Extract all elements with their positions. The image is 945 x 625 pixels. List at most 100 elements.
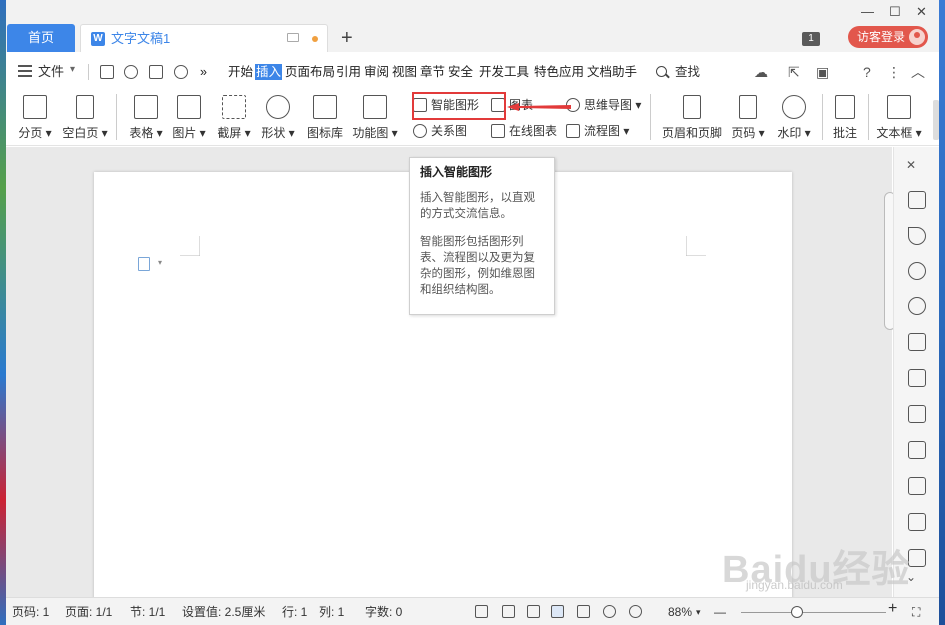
wps-writer-icon: W: [91, 32, 105, 46]
cursor-icon[interactable]: [908, 227, 926, 245]
zoom-in-button[interactable]: +: [888, 601, 897, 617]
menu-hamburger-icon[interactable]: [18, 65, 32, 77]
bar-chart-icon[interactable]: [908, 441, 926, 459]
close-button[interactable]: ✕: [916, 4, 927, 20]
tab-doc-assistant[interactable]: 文档助手: [587, 64, 637, 80]
status-bar: 页码: 1 页面: 1/1 节: 1/1 设置值: 2.5厘米 行: 1 列: …: [6, 597, 939, 625]
flowchart-button[interactable]: 流程图 ▾: [566, 123, 629, 139]
status-row[interactable]: 行: 1: [282, 604, 307, 620]
tab-chapter[interactable]: 章节: [420, 64, 445, 80]
layers-icon[interactable]: [908, 333, 926, 351]
tab-references[interactable]: 引用: [336, 64, 361, 80]
status-setting[interactable]: 设置值: 2.5厘米: [182, 604, 265, 620]
minimize-button[interactable]: —: [861, 4, 874, 20]
cloud-sync-icon[interactable]: ☁: [754, 64, 768, 80]
search-icon[interactable]: [656, 66, 667, 77]
tab-view[interactable]: 视图: [392, 64, 417, 80]
shapes-icon[interactable]: [908, 297, 926, 315]
screenshot-button[interactable]: 截屏 ▾: [214, 95, 254, 141]
blank-page-button[interactable]: 空白页 ▾: [60, 95, 110, 141]
tab-page-layout[interactable]: 页面布局: [285, 64, 335, 80]
ribbon-scroll-right[interactable]: [933, 100, 939, 140]
guest-login-button[interactable]: 访客登录: [848, 26, 928, 48]
window-count-badge[interactable]: 1: [802, 32, 820, 46]
function-chart-button[interactable]: 功能图 ▾: [351, 95, 399, 141]
online-chart-button[interactable]: 在线图表: [491, 123, 557, 139]
pen-icon[interactable]: [908, 191, 926, 209]
picture-button[interactable]: 图片 ▾: [169, 95, 209, 141]
new-tab-button[interactable]: +: [341, 26, 353, 50]
web-view-icon[interactable]: [603, 605, 616, 618]
tab-review[interactable]: 审阅: [364, 64, 389, 80]
tab-start[interactable]: 开始: [228, 64, 253, 80]
reading-mode-icon[interactable]: [502, 605, 515, 618]
grid-icon[interactable]: [908, 405, 926, 423]
tab-insert[interactable]: 插入: [255, 64, 283, 80]
format-painter-icon[interactable]: [124, 65, 138, 79]
zoom-dropdown-icon[interactable]: ▾: [696, 604, 701, 620]
share-icon[interactable]: ⇱: [788, 64, 800, 80]
status-section[interactable]: 节: 1/1: [130, 604, 165, 620]
comment-button[interactable]: 批注: [828, 95, 862, 141]
status-word-count[interactable]: 字数: 0: [365, 604, 402, 620]
more-icon[interactable]: ⋮: [887, 64, 901, 80]
gallery-icon[interactable]: [908, 513, 926, 531]
tooltip-text: 和组织结构图。: [420, 284, 501, 296]
flowchart-label: 流程图: [584, 124, 621, 138]
fullscreen-icon[interactable]: [475, 605, 488, 618]
tooltip-text: 智能图形包括图形列: [420, 236, 524, 248]
icon-library-button[interactable]: 图标库: [304, 95, 346, 141]
collapse-ribbon-icon[interactable]: ︿: [911, 64, 925, 80]
print-icon[interactable]: [149, 65, 163, 79]
table-icon[interactable]: [908, 369, 926, 387]
print-preview-icon[interactable]: [174, 65, 188, 79]
eye-protection-icon[interactable]: [629, 605, 642, 618]
unsaved-dot-icon: [312, 36, 318, 42]
outline-view-icon[interactable]: [577, 605, 590, 618]
vertical-scrollbar[interactable]: [881, 157, 896, 597]
status-column[interactable]: 列: 1: [319, 604, 344, 620]
edit-mode-icon[interactable]: [527, 605, 540, 618]
tab-special-apps[interactable]: 特色应用: [534, 64, 584, 80]
export-icon[interactable]: [908, 549, 926, 567]
divider: [822, 94, 823, 140]
page-number-button[interactable]: 页码 ▾: [728, 95, 768, 141]
zoom-slider-track[interactable]: [741, 612, 886, 613]
help-icon[interactable]: ?: [863, 64, 871, 80]
tab-security[interactable]: 安全: [448, 64, 473, 80]
page-view-icon[interactable]: [551, 605, 564, 618]
collapse-sidebar-icon[interactable]: ✕: [906, 158, 916, 172]
page-break-button[interactable]: 分页 ▾: [15, 95, 55, 141]
settings-sliders-icon[interactable]: [908, 477, 926, 495]
shape-button[interactable]: 形状 ▾: [258, 95, 298, 141]
chevron-down-icon[interactable]: ▾: [158, 258, 162, 267]
fit-page-icon[interactable]: ⛶: [912, 604, 920, 620]
badge-icon[interactable]: [908, 262, 926, 280]
zoom-level[interactable]: 88%: [668, 604, 692, 620]
header-footer-button[interactable]: 页眉和页脚: [660, 95, 724, 141]
watermark-button[interactable]: 水印 ▾: [774, 95, 814, 141]
tab-developer[interactable]: 开发工具: [479, 64, 529, 80]
tab-document[interactable]: W 文字文稿1: [80, 24, 328, 52]
status-pages[interactable]: 页面: 1/1: [65, 604, 112, 620]
more-quick-access[interactable]: »: [200, 64, 207, 80]
screenshot-icon: [222, 95, 246, 119]
arrow-annotation-icon: [507, 103, 571, 111]
tab-home[interactable]: 首页: [7, 24, 75, 52]
toolbox-icon[interactable]: ▣: [816, 64, 829, 80]
zoom-out-button[interactable]: —: [714, 604, 726, 620]
monitor-icon[interactable]: [287, 33, 299, 42]
save-icon[interactable]: [100, 65, 114, 79]
table-button[interactable]: 表格 ▾: [126, 95, 166, 141]
paragraph-icon[interactable]: [138, 257, 150, 271]
menu-file[interactable]: 文件: [38, 58, 64, 86]
relation-chart-button[interactable]: 关系图: [413, 123, 467, 139]
status-page-number[interactable]: 页码: 1: [12, 604, 49, 620]
chevron-down-icon[interactable]: ▾: [70, 64, 75, 75]
mind-map-button[interactable]: 思维导图 ▾: [566, 97, 641, 113]
zoom-slider-handle[interactable]: [791, 606, 803, 618]
maximize-button[interactable]: ☐: [889, 4, 901, 20]
tooltip-title: 插入智能图形: [420, 165, 493, 179]
search-label[interactable]: 查找: [675, 64, 700, 80]
text-box-button[interactable]: 文本框 ▾: [874, 95, 924, 141]
